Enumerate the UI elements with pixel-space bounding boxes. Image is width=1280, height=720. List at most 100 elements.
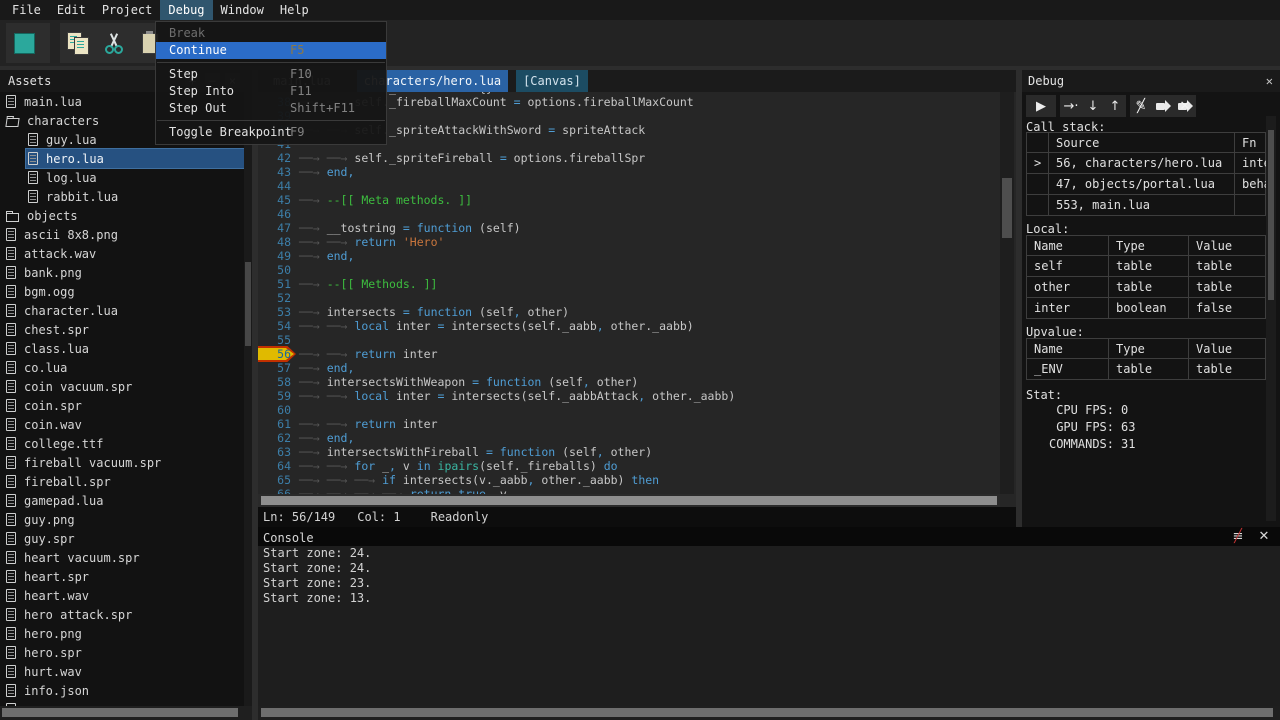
line-number[interactable]: 59: [258, 389, 291, 403]
code-line[interactable]: 42──→ ──→ self._spriteFireball = options…: [258, 151, 1000, 165]
file-item-hero-spr[interactable]: hero.spr: [4, 643, 244, 662]
code-line[interactable]: 61──→ ──→ return inter: [258, 417, 1000, 431]
file-item-hero-lua[interactable]: hero.lua: [26, 149, 244, 168]
line-number[interactable]: 48: [258, 235, 291, 249]
continue-button[interactable]: ▶: [1026, 95, 1056, 117]
line-number[interactable]: 49: [258, 249, 291, 263]
line-number[interactable]: 44: [258, 179, 291, 193]
file-item-character-lua[interactable]: character.lua: [4, 301, 244, 320]
folder-item-objects[interactable]: objects: [4, 206, 244, 225]
copy-button[interactable]: [60, 25, 96, 61]
code-line[interactable]: 54──→ ──→ local inter = intersects(self.…: [258, 319, 1000, 333]
file-item-rabbit-lua[interactable]: rabbit.lua: [26, 187, 244, 206]
menu-item-step-into[interactable]: Step IntoF11: [156, 83, 386, 100]
line-number[interactable]: 46: [258, 207, 291, 221]
table-row[interactable]: selftabletable: [1026, 256, 1266, 277]
file-item-coin-wav[interactable]: coin.wav: [4, 415, 244, 434]
scrollbar-thumb[interactable]: [1268, 130, 1274, 300]
line-number[interactable]: 54: [258, 319, 291, 333]
line-number[interactable]: 52: [258, 291, 291, 305]
editor-vertical-scrollbar[interactable]: [1000, 92, 1014, 494]
code-line[interactable]: 49──→ end,: [258, 249, 1000, 263]
table-row[interactable]: 553, main.lua: [1026, 195, 1266, 216]
line-number[interactable]: 45: [258, 193, 291, 207]
menu-window[interactable]: Window: [213, 0, 272, 20]
file-item-class-lua[interactable]: class.lua: [4, 339, 244, 358]
line-number[interactable]: 64: [258, 459, 291, 473]
menu-item-continue[interactable]: ContinueF5: [156, 42, 386, 59]
assets-horizontal-scrollbar[interactable]: [0, 706, 252, 720]
file-item-gamepad-lua[interactable]: gamepad.lua: [4, 491, 244, 510]
menu-debug[interactable]: Debug: [160, 0, 212, 20]
line-number[interactable]: 43: [258, 165, 291, 179]
line-number[interactable]: 53: [258, 305, 291, 319]
file-item-coin-vacuum-spr[interactable]: coin vacuum.spr: [4, 377, 244, 396]
code-line[interactable]: 52: [258, 291, 1000, 305]
code-line[interactable]: 47──→ __tostring = function (self): [258, 221, 1000, 235]
code-line[interactable]: 66──→ ──→ ──→ ──→ return true, v: [258, 487, 1000, 494]
code-area[interactable]: 37──→ ──→ self._fireballs = {}38──→ ──→ …: [258, 92, 1000, 494]
code-line[interactable]: 65──→ ──→ ──→ if intersects(v._aabb, oth…: [258, 473, 1000, 487]
file-item-attack-wav[interactable]: attack.wav: [4, 244, 244, 263]
code-line[interactable]: 46: [258, 207, 1000, 221]
file-item-heart-spr[interactable]: heart.spr: [4, 567, 244, 586]
table-row[interactable]: _ENVtabletable: [1026, 359, 1266, 380]
line-number[interactable]: 55: [258, 333, 291, 347]
menu-project[interactable]: Project: [94, 0, 161, 20]
line-number[interactable]: 63: [258, 445, 291, 459]
file-item-log-lua[interactable]: log.lua: [26, 168, 244, 187]
code-line[interactable]: 60: [258, 403, 1000, 417]
menu-item-toggle-breakpoint[interactable]: Toggle BreakpointF9: [156, 124, 386, 141]
debug-vertical-scrollbar[interactable]: [1266, 116, 1276, 521]
file-item-coin-spr[interactable]: coin.spr: [4, 396, 244, 415]
step-into-button[interactable]: ↓: [1082, 95, 1104, 117]
console-horizontal-scrollbar[interactable]: [258, 706, 1280, 720]
file-item-college-ttf[interactable]: college.ttf: [4, 434, 244, 453]
editor-horizontal-scrollbar[interactable]: [258, 494, 1000, 507]
file-item-heart-vacuum-spr[interactable]: heart vacuum.spr: [4, 548, 244, 567]
file-item-heart-wav[interactable]: heart.wav: [4, 586, 244, 605]
code-line[interactable]: 62──→ end,: [258, 431, 1000, 445]
run-stop-button[interactable]: [6, 25, 42, 61]
line-number[interactable]: 47: [258, 221, 291, 235]
menu-item-step[interactable]: StepF10: [156, 66, 386, 83]
scrollbar-thumb[interactable]: [261, 496, 997, 505]
clear-console-button[interactable]: ≡ ╱: [1230, 529, 1246, 544]
menu-edit[interactable]: Edit: [49, 0, 94, 20]
menu-item-step-out[interactable]: Step OutShift+F11: [156, 100, 386, 117]
line-number[interactable]: 58: [258, 375, 291, 389]
breakpoint-clear-button[interactable]: ✕: [1174, 95, 1196, 117]
file-item-hero-png[interactable]: hero.png: [4, 624, 244, 643]
file-item-fireball-spr[interactable]: fireball.spr: [4, 472, 244, 491]
code-line[interactable]: 45──→ --[[ Meta methods. ]]: [258, 193, 1000, 207]
line-number[interactable]: 62: [258, 431, 291, 445]
scrollbar-thumb[interactable]: [1002, 178, 1012, 238]
table-row[interactable]: 47, objects/portal.luabeha: [1026, 174, 1266, 195]
line-number[interactable]: 66: [258, 487, 291, 494]
scrollbar-thumb[interactable]: [245, 262, 251, 346]
file-item-chest-spr[interactable]: chest.spr: [4, 320, 244, 339]
breakpoint-button[interactable]: [1152, 95, 1174, 117]
close-console-button[interactable]: ✕: [1256, 529, 1272, 544]
code-line[interactable]: 64──→ ──→ for _, v in ipairs(self._fireb…: [258, 459, 1000, 473]
current-line-marker[interactable]: 56: [258, 347, 291, 361]
close-icon[interactable]: ✕: [1266, 70, 1273, 92]
file-item-bank-png[interactable]: bank.png: [4, 263, 244, 282]
cut-button[interactable]: [96, 25, 132, 61]
line-number[interactable]: 60: [258, 403, 291, 417]
code-line[interactable]: 56──→ ──→ return inter: [258, 347, 1000, 361]
code-line[interactable]: 63──→ intersectsWithFireball = function …: [258, 445, 1000, 459]
code-line[interactable]: 58──→ intersectsWithWeapon = function (s…: [258, 375, 1000, 389]
code-line[interactable]: 57──→ end,: [258, 361, 1000, 375]
line-number[interactable]: 42: [258, 151, 291, 165]
code-line[interactable]: 48──→ ──→ return 'Hero': [258, 235, 1000, 249]
code-line[interactable]: 55: [258, 333, 1000, 347]
line-number[interactable]: 50: [258, 263, 291, 277]
menu-item-break[interactable]: Break: [156, 25, 386, 42]
file-item-co-lua[interactable]: co.lua: [4, 358, 244, 377]
table-row[interactable]: >56, characters/hero.luainte: [1026, 153, 1266, 174]
line-number[interactable]: 57: [258, 361, 291, 375]
step-out-button[interactable]: ↑: [1104, 95, 1126, 117]
file-item-info-json[interactable]: info.json: [4, 681, 244, 700]
file-item-ascii-8x8-png[interactable]: ascii 8x8.png: [4, 225, 244, 244]
